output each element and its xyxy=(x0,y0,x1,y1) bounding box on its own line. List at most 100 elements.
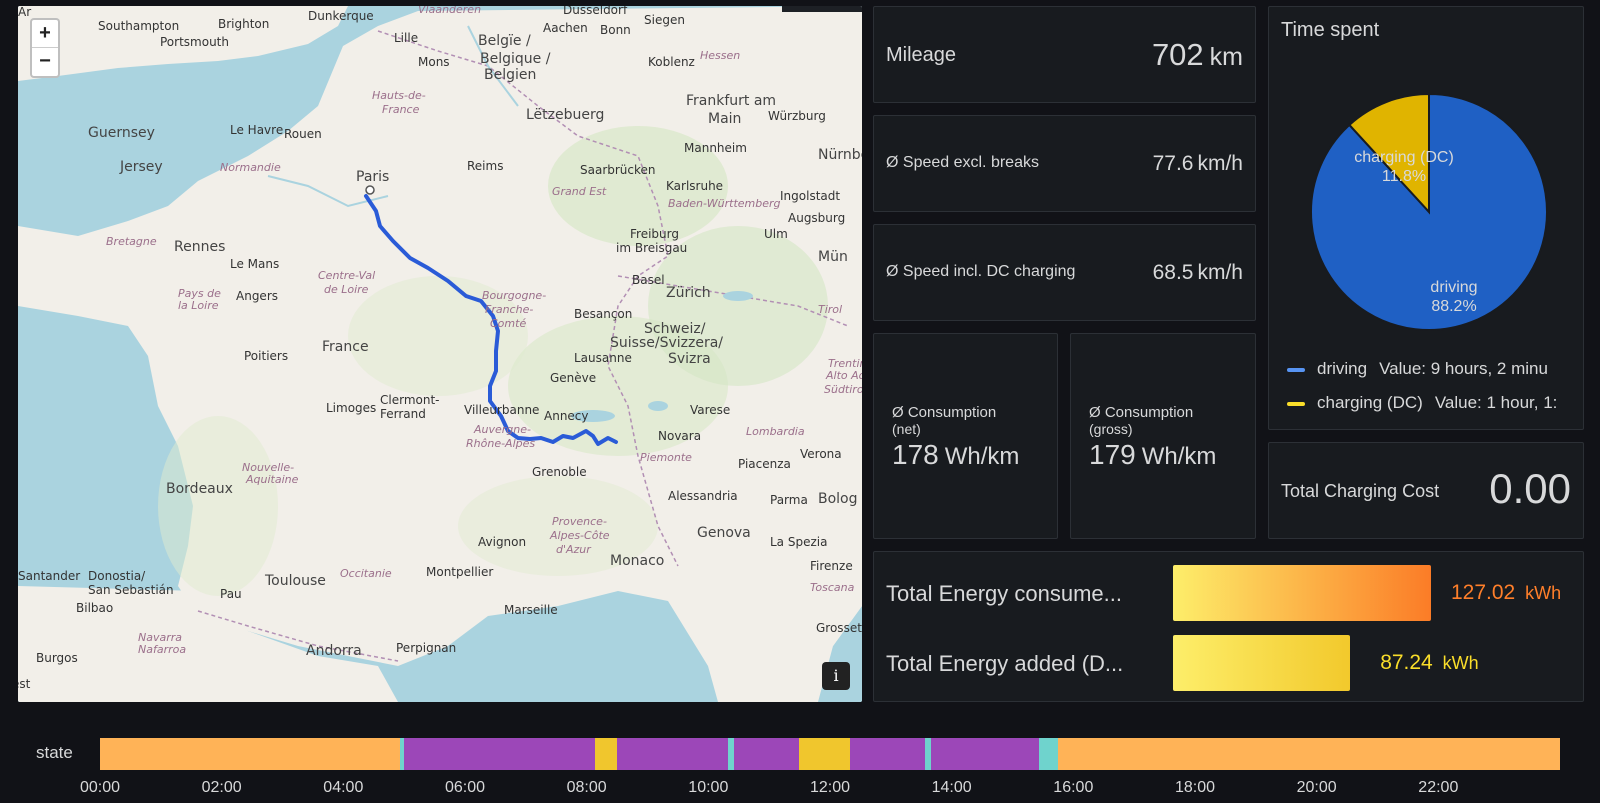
map-place-label: Belgique / xyxy=(480,51,551,67)
map-place-label: Donostia/ xyxy=(88,569,146,583)
map-place-label: Genève xyxy=(550,371,597,385)
map-place-label: Lombardia xyxy=(746,425,805,438)
consumption-net-panel: Ø Consumption (net) 178 Wh/km xyxy=(873,333,1058,539)
state-segment-driving[interactable] xyxy=(850,738,925,770)
time-spent-pie-chart: driving 88.2%charging (DC) 11.8% xyxy=(1310,92,1548,331)
energy-consumed-bar xyxy=(1173,565,1431,621)
map-place-label: Bourgogne- xyxy=(482,289,547,302)
map-place-label: Bretagne xyxy=(106,235,157,248)
zoom-out-button[interactable]: − xyxy=(32,48,58,76)
map-place-label: Hauts-de- xyxy=(372,89,426,102)
zoom-in-button[interactable]: + xyxy=(32,20,58,48)
map-place-label: Alessandria xyxy=(668,489,738,503)
map-place-label: Montpellier xyxy=(426,565,494,579)
consumption-gross-value: 179 Wh/km xyxy=(1089,439,1216,471)
energy-consumed-track: 127.02 kWh xyxy=(1173,565,1573,623)
map-place-label: Auvergne- xyxy=(474,423,531,436)
map-place-label: Burgos xyxy=(36,651,78,665)
state-segment-driving[interactable] xyxy=(930,738,1039,770)
map-place-label: Angers xyxy=(236,289,278,303)
time-axis-tick: 18:00 xyxy=(1174,779,1216,796)
consumption-gross-label: Ø Consumption (gross) xyxy=(1089,404,1193,438)
map-place-label: Normandie xyxy=(220,161,281,174)
state-segment-dc[interactable] xyxy=(594,738,617,770)
legend-item-charging-dc[interactable]: charging (DC) Value: 1 hour, 1: xyxy=(1287,393,1571,413)
map-place-label: Rennes xyxy=(174,239,226,255)
state-segment-driving[interactable] xyxy=(733,738,800,770)
map-place-label: Annecy xyxy=(544,409,589,423)
map-info-button[interactable]: i xyxy=(822,662,850,690)
state-segment-driving[interactable] xyxy=(616,738,728,770)
map-place-label: Ferrand xyxy=(380,407,426,421)
map-place-label: Piacenza xyxy=(738,457,791,471)
energy-consumed-unit: kWh xyxy=(1525,583,1562,603)
map-place-label: Bilbao xyxy=(76,601,114,615)
map-place-label: Aquitaine xyxy=(246,473,299,486)
map-place-label: La Spezia xyxy=(770,535,828,549)
speed-excl-breaks-panel: Ø Speed excl. breaks 77.6 km/h xyxy=(873,115,1256,212)
map-place-label: Le Mans xyxy=(230,257,280,271)
map-place-label: Aachen xyxy=(543,21,588,35)
map-place-label: Grosseto xyxy=(816,621,862,635)
map-place-label: Koblenz xyxy=(648,55,695,69)
map-place-label: Würzburg xyxy=(768,109,826,123)
legend-value-driving: Value: 9 hours, 2 minu xyxy=(1379,359,1548,378)
legend-item-driving[interactable]: driving Value: 9 hours, 2 minu xyxy=(1287,359,1571,379)
state-segment-driving[interactable] xyxy=(404,738,595,770)
state-segment-offline[interactable] xyxy=(100,738,401,770)
pie-slice-driving[interactable] xyxy=(1310,92,1548,331)
energy-added-label: Total Energy added (D... xyxy=(886,651,1124,676)
consumption-gross-label-line1: Ø Consumption xyxy=(1089,404,1194,421)
map-place-label: Le Havre xyxy=(230,123,284,137)
speed-incl-charging-panel: Ø Speed incl. DC charging 68.5 km/h xyxy=(873,224,1256,321)
state-segment-offline[interactable] xyxy=(1057,738,1560,770)
map-place-label: Tirol xyxy=(818,303,843,316)
speed-incl-label: Ø Speed incl. DC charging xyxy=(886,263,1076,280)
consumption-gross-panel: Ø Consumption (gross) 179 Wh/km xyxy=(1070,333,1256,539)
map-place-label: Guernsey xyxy=(88,125,155,141)
map-place-label: Occitanie xyxy=(340,567,392,580)
map-place-label: Firenze xyxy=(810,559,853,573)
speed-incl-unit: km/h xyxy=(1197,261,1243,284)
consumption-gross-label-line2: (gross) xyxy=(1089,421,1133,437)
time-spent-title: Time spent xyxy=(1281,19,1380,41)
map-place-label: Comté xyxy=(490,317,527,330)
legend-swatch-driving xyxy=(1287,367,1305,372)
map-place-label: France xyxy=(382,103,420,116)
map-place-label: Nafarroa xyxy=(138,643,187,656)
route-map[interactable]: Southampton Brighton Portsmouth Dunkerque Vl… xyxy=(18,6,862,702)
map-place-label: Limoges xyxy=(326,401,377,415)
consumption-net-label-line1: Ø Consumption xyxy=(892,404,997,421)
map-place-label: Monaco xyxy=(610,553,665,569)
map-place-label: Hessen xyxy=(700,49,741,62)
map-place-label: Andorra xyxy=(306,643,362,659)
map-place-label: Centre-Val xyxy=(318,269,376,282)
map-place-label: Southampton xyxy=(98,19,180,33)
state-segment-dc[interactable] xyxy=(799,738,851,770)
map-place-label: Svizra xyxy=(668,351,711,367)
map-place-label: Toscana xyxy=(810,581,855,594)
time-axis-tick: 14:00 xyxy=(931,779,972,796)
map-place-label: Besançon xyxy=(574,307,633,321)
map-place-label: Perpignan xyxy=(396,641,457,655)
map-place-label: Marseille xyxy=(504,603,558,617)
map-place-label: est xyxy=(18,677,31,691)
time-axis-tick: 06:00 xyxy=(444,779,486,796)
state-timeline-label: state xyxy=(36,743,73,762)
map-place-label: Ulm xyxy=(764,227,788,241)
map-place-label: Siegen xyxy=(644,13,685,27)
mileage-label: Mileage xyxy=(886,44,957,66)
legend-value-charging-dc: Value: 1 hour, 1: xyxy=(1434,393,1558,412)
map-place-label: Bordeaux xyxy=(166,481,233,497)
map-place-label: Ingolstadt xyxy=(780,189,841,203)
consumption-gross-number: 179 xyxy=(1089,439,1136,470)
state-segment-online[interactable] xyxy=(1038,738,1058,770)
energy-consumed-number: 127.02 xyxy=(1451,581,1516,604)
map-place-label: Franche- xyxy=(485,303,534,316)
time-spent-panel: Time spent driving 88.2% charging (DC) 11.8… xyxy=(1268,6,1584,430)
state-timeline[interactable] xyxy=(100,738,1560,770)
consumption-net-value: 178 Wh/km xyxy=(892,439,1019,471)
map-place-label: Augsburg xyxy=(788,211,846,225)
map-place-label: Alpes-Côte xyxy=(550,529,610,542)
map-place-label: Saarbrücken xyxy=(580,163,656,177)
